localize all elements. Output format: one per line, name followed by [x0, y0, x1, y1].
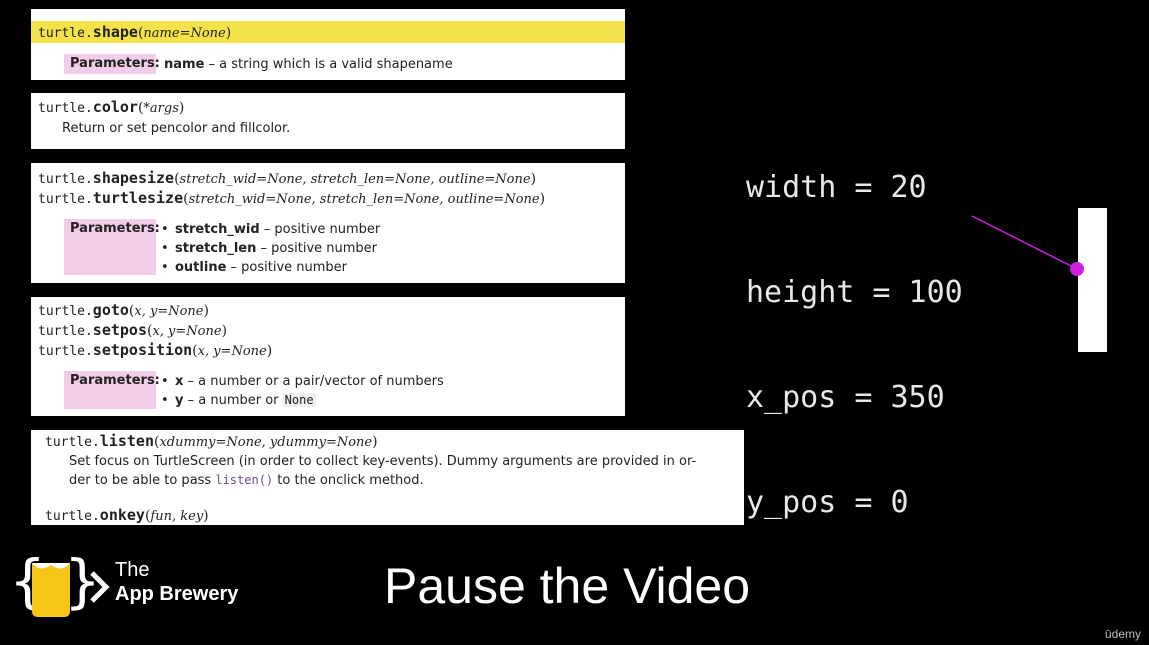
doc-color-panel: turtle.color(*args) Return or set pencol… — [31, 93, 625, 149]
sig-args: name=None — [143, 26, 226, 41]
sig-args: stretch_wid=None, stretch_len=None, outl… — [179, 172, 531, 187]
sig-function: turtlesize — [92, 189, 184, 207]
sig-args: *args — [143, 101, 179, 116]
listen-code-link[interactable]: listen() — [215, 473, 273, 487]
sig-args: x, y=None — [152, 324, 222, 339]
doc-shape-panel: turtle.shape(name=None) Parameters: name… — [31, 9, 625, 80]
pause-banner: Pause the Video — [384, 558, 751, 614]
doc-color-description: Return or set pencolor and fillcolor. — [62, 121, 291, 136]
sig-module: turtle. — [38, 324, 93, 339]
paddle-rectangle — [1078, 208, 1107, 352]
logo-text: The App Brewery — [115, 558, 238, 606]
variable-block: width = 20 height = 100 x_pos = 350 y_po… — [746, 100, 963, 555]
parameter-list: x – a number or a pair/vector of numbers… — [161, 372, 444, 410]
sig-args: x, y=None — [197, 344, 267, 359]
sig-module: turtle. — [38, 172, 93, 187]
param-name: name – a string which is a valid shapena… — [164, 57, 453, 72]
list-item: stretch_len – positive number — [161, 239, 380, 258]
udemy-watermark: ūdemy — [1104, 627, 1141, 641]
sig-module: turtle. — [38, 101, 93, 116]
doc-shapesize-panel: turtle.shapesize(stretch_wid=None, stret… — [31, 163, 625, 283]
sig-args: stretch_wid=None, stretch_len=None, outl… — [188, 192, 540, 207]
sig-function: setposition — [92, 341, 193, 359]
list-item: y – a number or None — [161, 391, 444, 410]
variable-line: height = 100 — [746, 275, 963, 310]
sig-module: turtle. — [45, 509, 100, 524]
sig-module: turtle. — [45, 435, 100, 450]
sig-function: setpos — [92, 321, 147, 339]
sig-args: fun, key — [150, 509, 204, 524]
sig-args: x, y=None — [134, 304, 204, 319]
sig-function: onkey — [99, 506, 145, 524]
parameters-label: Parameters: — [64, 371, 160, 409]
sig-module: turtle. — [38, 304, 93, 319]
list-item: outline – positive number — [161, 258, 380, 277]
doc-listen-panel: turtle.listen(xdummy=None, ydummy=None) … — [31, 430, 744, 525]
sig-function: shape — [92, 23, 138, 41]
none-code: None — [282, 393, 316, 407]
doc-listen-description: Set focus on TurtleScreen (in order to c… — [69, 454, 697, 488]
sig-module: turtle. — [38, 344, 93, 359]
sig-args: xdummy=None, ydummy=None — [159, 435, 373, 450]
variable-line: x_pos = 350 — [746, 380, 945, 415]
doc-shape-signature: turtle.shape(name=None) — [31, 21, 625, 43]
parameters-label: Parameters: — [64, 219, 160, 275]
parameter-list: stretch_wid – positive number stretch_le… — [161, 220, 380, 277]
list-item: stretch_wid – positive number — [161, 220, 380, 239]
list-item: x – a number or a pair/vector of numbers — [161, 372, 444, 391]
variable-line: width = 20 — [746, 170, 927, 205]
sig-module: turtle. — [38, 26, 93, 41]
sig-function: goto — [92, 301, 129, 319]
pointer-line — [971, 215, 1078, 270]
sig-module: turtle. — [38, 192, 93, 207]
variable-line: y_pos = 0 — [746, 485, 909, 520]
doc-goto-panel: turtle.goto(x, y=None) turtle.setpos(x, … — [31, 297, 625, 416]
svg-text:}: } — [65, 547, 100, 615]
logo-line-1: The — [115, 559, 150, 581]
sig-function: shapesize — [92, 169, 175, 187]
logo-line-2: App Brewery — [115, 583, 239, 605]
app-brewery-logo-icon: { } — [10, 547, 110, 617]
sig-function: listen — [99, 432, 154, 450]
parameters-label: Parameters: — [64, 54, 160, 74]
sig-function: color — [92, 98, 138, 116]
